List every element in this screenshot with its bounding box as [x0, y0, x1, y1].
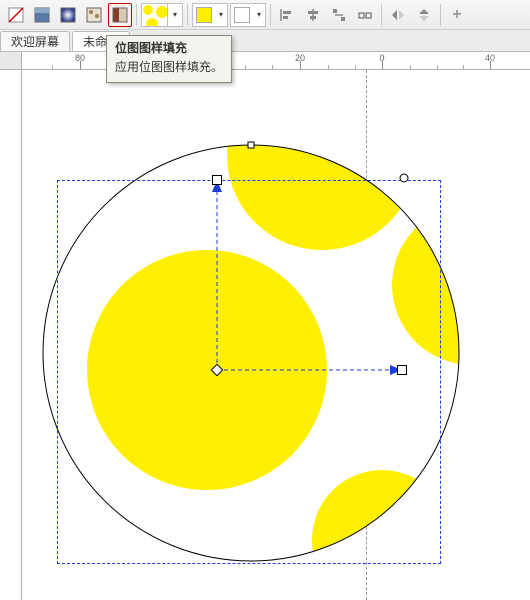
- chevron-down-icon: ▾: [215, 10, 227, 19]
- separator: [136, 4, 137, 26]
- chevron-down-icon: ▾: [168, 4, 182, 26]
- fill-color-picker[interactable]: ▾: [192, 3, 228, 27]
- horizontal-ruler[interactable]: 80 60 20 0 40: [0, 52, 530, 70]
- tooltip-title: 位图图样填充: [115, 40, 223, 57]
- tab-label: 欢迎屏幕: [11, 33, 59, 50]
- fill-toolbar: ▾ ▾ ▾ +: [0, 0, 530, 30]
- separator: [187, 4, 188, 26]
- pattern-swatch-preview: [142, 4, 168, 26]
- plus-icon: +: [452, 6, 461, 24]
- outline-color-swatch: [234, 7, 250, 23]
- document-tabs: 欢迎屏幕 未命名: [0, 30, 530, 52]
- solid-fill-icon[interactable]: [30, 3, 54, 27]
- vertical-ruler[interactable]: [0, 70, 22, 600]
- no-fill-icon[interactable]: [4, 3, 28, 27]
- align-edge-icon[interactable]: [353, 3, 377, 27]
- outline-color-picker[interactable]: ▾: [230, 3, 266, 27]
- fill-vector-handle-top[interactable]: [212, 175, 222, 185]
- ruler-corner: [0, 52, 22, 70]
- chevron-down-icon: ▾: [253, 10, 265, 19]
- tooltip: 位图图样填充 应用位图图样填充。: [106, 35, 232, 83]
- add-preset-icon[interactable]: +: [445, 3, 469, 27]
- separator: [440, 4, 441, 26]
- tab-welcome[interactable]: 欢迎屏幕: [0, 31, 70, 51]
- align-center-icon[interactable]: [301, 3, 325, 27]
- fill-color-swatch: [196, 7, 212, 23]
- separator: [381, 4, 382, 26]
- gradient-fill-icon[interactable]: [56, 3, 80, 27]
- fill-vector-handle-right[interactable]: [397, 365, 407, 375]
- bitmap-pattern-fill-icon[interactable]: [108, 3, 132, 27]
- pattern-fill-icon[interactable]: [82, 3, 106, 27]
- selection-marquee[interactable]: [57, 180, 441, 564]
- shape-node-rotation[interactable]: [400, 174, 409, 183]
- align-left-icon[interactable]: [275, 3, 299, 27]
- pattern-swatch-picker[interactable]: ▾: [141, 3, 183, 27]
- tooltip-body: 应用位图图样填充。: [115, 59, 223, 76]
- mirror-v-icon[interactable]: [412, 3, 436, 27]
- separator: [270, 4, 271, 26]
- mirror-h-icon[interactable]: [386, 3, 410, 27]
- canvas[interactable]: [22, 70, 530, 600]
- align-distribute-icon[interactable]: [327, 3, 351, 27]
- shape-node-top[interactable]: [248, 142, 255, 149]
